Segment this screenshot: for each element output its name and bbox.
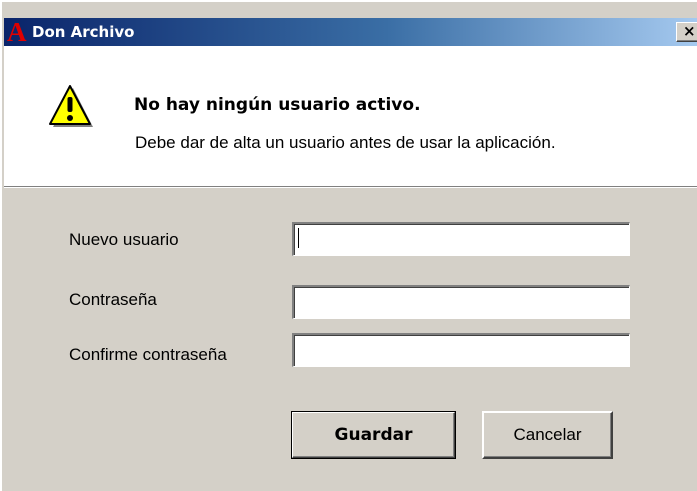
save-button[interactable]: Guardar <box>291 411 456 459</box>
message-body: Debe dar de alta un usuario antes de usa… <box>135 133 556 152</box>
message-title: No hay ningún usuario activo. <box>134 95 421 115</box>
save-button-label: Guardar <box>334 425 413 445</box>
warning-icon <box>49 85 93 127</box>
confirm-password-label: Confirme contraseña <box>69 345 227 364</box>
window-title: Don Archivo <box>32 23 135 41</box>
cancel-button[interactable]: Cancelar <box>482 411 613 459</box>
text-caret <box>298 228 299 248</box>
dialog-window: A Don Archivo × No hay ningún usuario ac… <box>0 0 697 491</box>
title-bar[interactable]: A Don Archivo × <box>4 18 697 46</box>
password-input[interactable] <box>292 285 630 319</box>
close-button[interactable]: × <box>676 22 697 42</box>
confirm-password-input[interactable] <box>292 333 630 367</box>
message-panel: No hay ningún usuario activo. Debe dar d… <box>4 46 697 188</box>
new-user-label: Nuevo usuario <box>69 230 179 249</box>
new-user-input[interactable] <box>292 222 630 256</box>
app-logo-icon: A <box>7 17 27 47</box>
password-label: Contraseña <box>69 290 157 309</box>
cancel-button-label: Cancelar <box>513 425 582 444</box>
